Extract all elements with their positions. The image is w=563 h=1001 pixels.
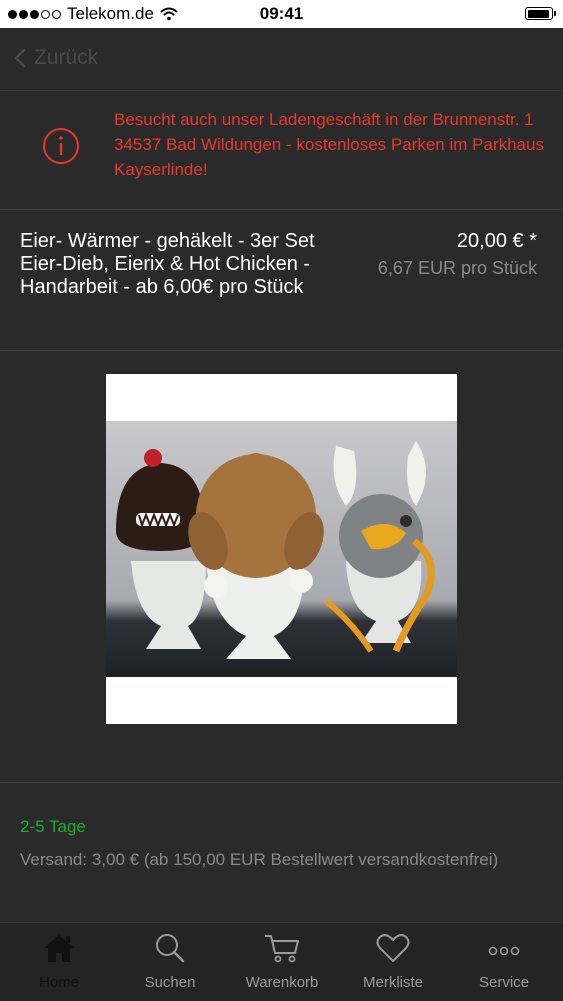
- notice-text: Besucht auch unser Ladengeschäft in der …: [114, 110, 544, 179]
- tab-search[interactable]: Suchen: [114, 923, 226, 1001]
- tab-cart-label: Warenkorb: [245, 974, 319, 991]
- product-title: Eier- Wärmer - gehäkelt - 3er Set Eier-D…: [20, 230, 315, 298]
- store-notice: Besucht auch unser Ladengeschäft in der …: [0, 91, 563, 210]
- tab-wishlist-label: Merkliste: [362, 974, 423, 991]
- product-header: Eier- Wärmer - gehäkelt - 3er Set Eier-D…: [0, 210, 563, 351]
- product-price: 20,00 € *: [456, 230, 537, 252]
- info-icon: [43, 128, 79, 164]
- back-button[interactable]: Zurück: [14, 46, 98, 70]
- tab-home[interactable]: Home: [3, 923, 115, 1001]
- product-image[interactable]: [106, 421, 457, 677]
- tab-bar: Home Suchen Warenkorb Merkliste Service: [0, 922, 563, 1001]
- delivery-time: 2-5 Tage: [20, 817, 86, 836]
- tab-service-label: Service: [478, 974, 530, 991]
- tab-cart[interactable]: Warenkorb: [226, 923, 338, 1001]
- search-icon: [156, 934, 185, 963]
- unit-price: 6,67 EUR pro Stück: [377, 258, 537, 278]
- heart-icon: [376, 934, 410, 962]
- tab-service[interactable]: Service: [448, 923, 560, 1001]
- chevron-left-icon: [14, 48, 26, 68]
- delivery-info: 2-5 Tage Versand: 3,00 € (ab 150,00 EUR …: [0, 782, 563, 923]
- battery-icon: [525, 7, 556, 20]
- status-bar: Telekom.de 09:41: [0, 0, 563, 28]
- back-label: Zurück: [34, 46, 99, 69]
- home-icon: [44, 935, 74, 962]
- cart-icon: [265, 935, 299, 963]
- more-icon: [488, 946, 520, 956]
- tab-home-label: Home: [38, 974, 79, 991]
- navigation-bar: Zurück: [0, 28, 563, 91]
- tab-wishlist[interactable]: Merkliste: [337, 923, 449, 1001]
- clock: 09:41: [259, 4, 304, 23]
- shipping-cost: Versand: 3,00 € (ab 150,00 EUR Bestellwe…: [20, 850, 499, 869]
- tab-search-label: Suchen: [144, 974, 196, 991]
